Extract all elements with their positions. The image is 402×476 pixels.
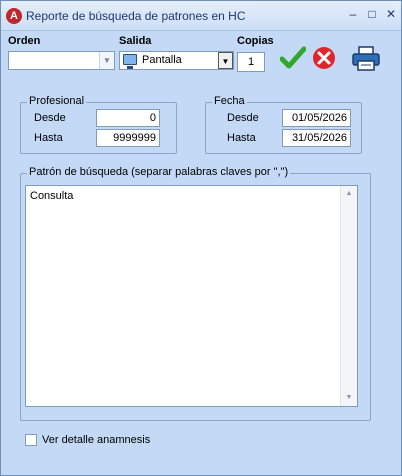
profesional-title: Profesional [27, 95, 87, 107]
ver-detalle-label: Ver detalle anamnesis [42, 434, 151, 446]
profesional-hasta-input[interactable]: 9999999 [96, 129, 160, 147]
scroll-up-icon[interactable]: ▲ [341, 187, 357, 201]
fecha-title: Fecha [212, 95, 247, 107]
fecha-desde-label: Desde [227, 112, 259, 124]
orden-combo[interactable]: ▼ [8, 51, 115, 70]
ver-detalle-checkbox[interactable] [25, 434, 37, 446]
orden-label: Orden [8, 35, 41, 47]
close-button[interactable]: ✕ [384, 7, 398, 21]
cancel-icon[interactable] [312, 46, 336, 70]
fecha-hasta-label: Hasta [227, 132, 256, 144]
title-bar: A Reporte de búsqueda de patrones en HC … [1, 1, 401, 31]
fecha-desde-input[interactable]: 01/05/2026 [282, 109, 351, 127]
salida-combo[interactable]: Pantalla ▼ [119, 51, 234, 70]
monitor-icon [123, 54, 137, 69]
check-icon[interactable] [280, 46, 306, 70]
scroll-down-icon[interactable]: ▼ [341, 391, 357, 405]
chevron-down-icon[interactable]: ▼ [99, 52, 114, 69]
patron-scrollbar[interactable]: ▲ ▼ [340, 186, 357, 406]
salida-value: Pantalla [142, 54, 182, 66]
fecha-hasta-input[interactable]: 31/05/2026 [282, 129, 351, 147]
profesional-hasta-label: Hasta [34, 132, 63, 144]
salida-label: Salida [119, 35, 152, 47]
copias-label: Copias [237, 35, 274, 47]
minimize-button[interactable]: – [346, 7, 360, 21]
patron-title: Patrón de búsqueda (separar palabras cla… [27, 166, 291, 178]
chevron-down-icon[interactable]: ▼ [218, 52, 233, 69]
profesional-desde-label: Desde [34, 112, 66, 124]
maximize-button[interactable]: □ [365, 7, 379, 21]
app-logo-icon: A [6, 8, 22, 24]
printer-icon[interactable] [351, 46, 381, 72]
window-title: Reporte de búsqueda de patrones en HC [26, 9, 246, 23]
profesional-desde-input[interactable]: 0 [96, 109, 160, 127]
copias-input[interactable]: 1 [237, 52, 265, 72]
report-window: A Reporte de búsqueda de patrones en HC … [0, 0, 402, 476]
patron-textarea[interactable]: Consulta ▲ ▼ [25, 185, 358, 407]
patron-text: Consulta [30, 190, 74, 202]
